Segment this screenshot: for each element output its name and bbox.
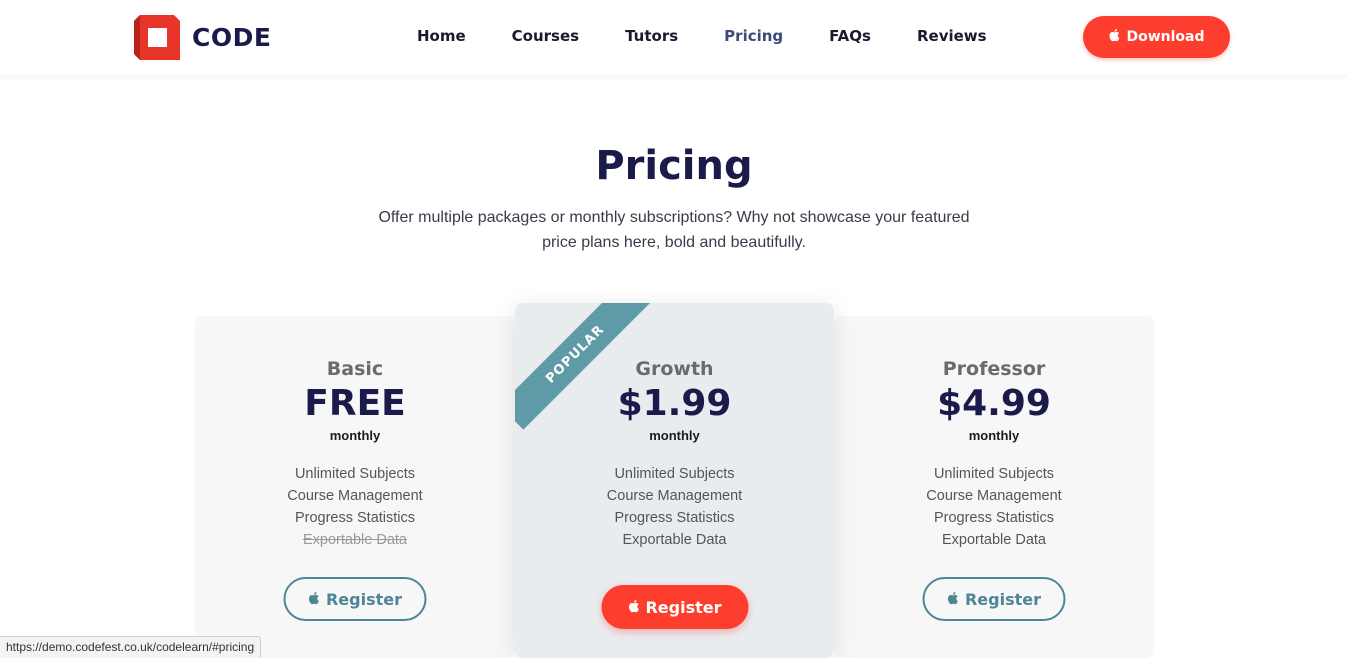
register-button-basic[interactable]: Register bbox=[283, 577, 427, 621]
plan-name: Professor bbox=[942, 358, 1046, 380]
feature-item: Exportable Data bbox=[942, 532, 1046, 548]
plan-card-basic: Basic FREE monthly Unlimited Subjects Co… bbox=[195, 316, 515, 658]
plan-price: $4.99 bbox=[937, 383, 1051, 424]
plan-price: FREE bbox=[304, 383, 406, 424]
feature-item: Progress Statistics bbox=[614, 510, 735, 526]
register-button-professor[interactable]: Register bbox=[922, 577, 1066, 621]
feature-item: Course Management bbox=[287, 488, 423, 504]
apple-icon bbox=[1108, 28, 1120, 46]
logo-mark-icon bbox=[134, 15, 180, 60]
nav-item-reviews[interactable]: Reviews bbox=[917, 27, 987, 45]
site-header: CODE Home Courses Tutors Pricing FAQs Re… bbox=[0, 0, 1348, 75]
subtitle-line-1: Offer multiple packages or monthly subsc… bbox=[378, 209, 970, 226]
feature-item: Unlimited Subjects bbox=[933, 466, 1055, 482]
feature-list: Unlimited Subjects Course Management Pro… bbox=[834, 463, 1154, 551]
main-nav: Home Courses Tutors Pricing FAQs Reviews bbox=[417, 27, 1033, 45]
download-label: Download bbox=[1126, 29, 1205, 45]
feature-item: Unlimited Subjects bbox=[294, 466, 416, 482]
register-button-growth[interactable]: Register bbox=[601, 585, 748, 629]
apple-icon bbox=[308, 590, 320, 609]
feature-item: Unlimited Subjects bbox=[614, 466, 735, 482]
page-subtitle: Offer multiple packages or monthly subsc… bbox=[334, 205, 1014, 255]
nav-item-tutors[interactable]: Tutors bbox=[625, 27, 678, 45]
nav-item-home[interactable]: Home bbox=[417, 27, 466, 45]
plan-name: Basic bbox=[326, 358, 384, 380]
register-label: Register bbox=[964, 589, 1042, 609]
apple-icon bbox=[627, 598, 639, 617]
logo-text: CODE bbox=[192, 23, 272, 52]
nav-item-pricing[interactable]: Pricing bbox=[724, 27, 783, 45]
apple-icon bbox=[947, 590, 959, 609]
feature-item: Exportable Data bbox=[622, 532, 727, 548]
feature-item: Progress Statistics bbox=[933, 510, 1055, 526]
register-label: Register bbox=[645, 597, 722, 617]
download-button[interactable]: Download bbox=[1083, 16, 1230, 58]
plan-card-growth: POPULAR Growth $1.99 monthly Unlimited S… bbox=[515, 303, 834, 658]
plan-period: monthly bbox=[329, 428, 381, 443]
feature-item: Course Management bbox=[926, 488, 1062, 504]
subtitle-line-2: price plans here, bold and beautifully. bbox=[542, 234, 806, 251]
feature-list: Unlimited Subjects Course Management Pro… bbox=[195, 463, 515, 551]
plan-period: monthly bbox=[649, 428, 700, 443]
page-title: Pricing bbox=[595, 143, 753, 189]
feature-item: Progress Statistics bbox=[294, 510, 416, 526]
logo[interactable]: CODE bbox=[134, 15, 271, 60]
register-label: Register bbox=[325, 589, 403, 609]
feature-item-unavailable: Exportable Data bbox=[303, 532, 407, 548]
feature-list: Unlimited Subjects Course Management Pro… bbox=[515, 463, 834, 551]
plan-card-professor: Professor $4.99 monthly Unlimited Subjec… bbox=[834, 316, 1154, 658]
nav-item-faqs[interactable]: FAQs bbox=[829, 27, 871, 45]
plan-period: monthly bbox=[968, 428, 1020, 443]
status-bar-url: https://demo.codefest.co.uk/codelearn/#p… bbox=[0, 636, 262, 658]
feature-item: Course Management bbox=[606, 488, 743, 504]
nav-item-courses[interactable]: Courses bbox=[512, 27, 579, 45]
